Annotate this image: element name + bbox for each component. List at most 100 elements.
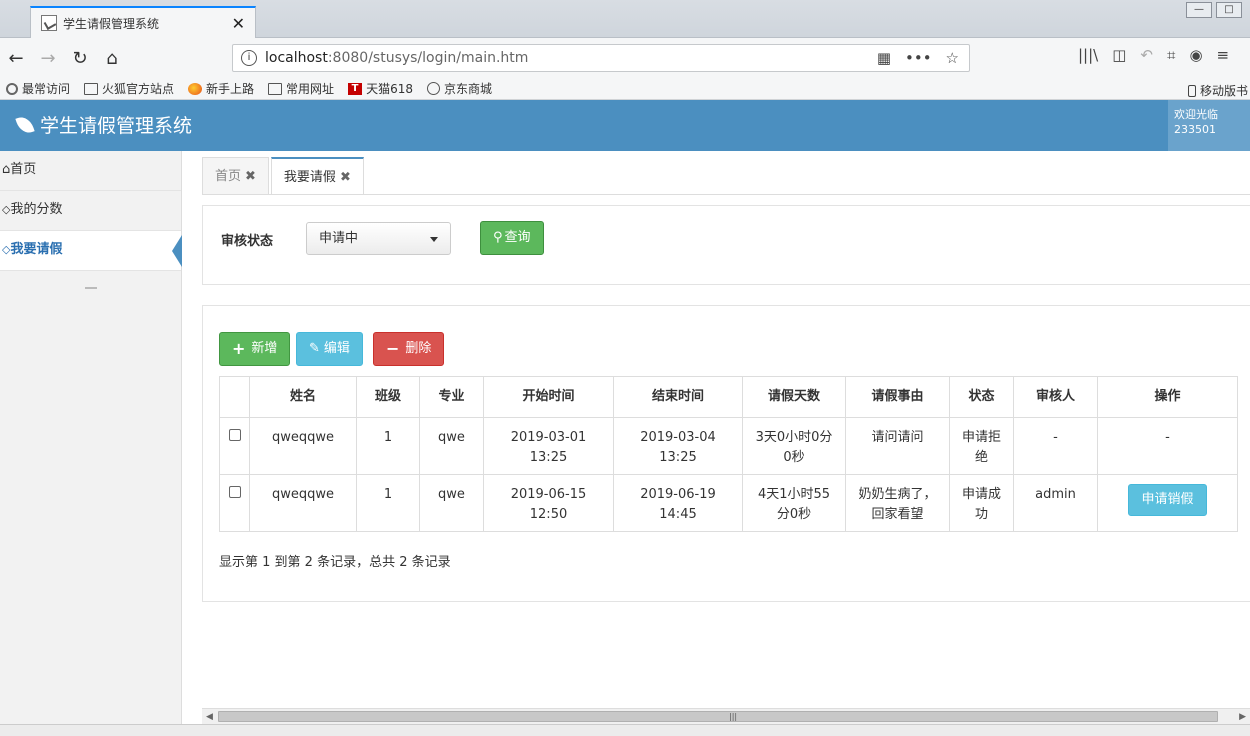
class-cell: 1 [356,474,420,532]
bookmark-item[interactable]: 最常访问 [6,80,70,97]
window-bottom-edge [0,724,1250,736]
row-checkbox[interactable] [228,429,241,441]
minimize-icon[interactable]: — [1186,2,1212,18]
horizontal-scrollbar[interactable]: ◀ ||| ▶ [202,708,1250,724]
url-text: localhost:8080/stusys/login/main.htm [265,50,529,66]
more-actions-icon[interactable]: ••• [905,49,932,67]
menu-icon[interactable]: ≡ [1217,46,1230,64]
column-header[interactable]: 请假天数 [742,376,846,418]
bookmark-star-icon[interactable]: ☆ [946,49,959,67]
gear-icon [6,82,18,95]
sidebar-item-scores[interactable]: ◇我的分数 [0,191,181,231]
browser-nav-bar: ← → ↻ ⌂ i localhost:8080/stusys/login/ma… [0,38,1250,78]
account-icon[interactable]: ◉ [1189,46,1202,64]
maximize-icon[interactable]: □ [1216,2,1242,18]
mobile-bookmarks[interactable]: 移动版书 [1187,82,1248,99]
library-icon[interactable]: |||\ [1078,46,1098,64]
row-select-cell[interactable] [219,474,250,532]
end-time-cell: 2019-06-19 14:45 [613,474,743,532]
column-header[interactable]: 姓名 [249,376,357,418]
welcome-text: 欢迎光临 [1174,108,1218,121]
page-tabs: 首页 ✖ 我要请假 ✖ [202,157,366,195]
start-time-cell: 2019-06-15 12:50 [483,474,614,532]
delete-button[interactable]: − 删除 [373,332,445,366]
scroll-left-icon[interactable]: ◀ [206,712,213,722]
row-checkbox[interactable] [228,486,241,498]
start-time-cell: 2019-03-01 13:25 [483,417,614,475]
name-cell: qweqqwe [249,474,357,532]
globe-icon [426,82,440,95]
column-header[interactable]: 审核人 [1013,376,1098,418]
column-header: 操作 [1097,376,1238,418]
table-header-row: 姓名 班级 专业 开始时间 结束时间 请假天数 请假事由 状态 审核人 操作 [219,376,1238,418]
table-row[interactable]: qweqqwe 1 qwe 2019-06-15 12:50 2019-06-19… [219,474,1238,532]
firefox-icon [188,82,203,95]
undo-icon[interactable]: ↶ [1140,46,1153,64]
sidebar-collapse-handle[interactable] [84,287,97,289]
class-cell: 1 [356,417,420,475]
edit-icon: ✎ [309,341,320,356]
address-bar[interactable]: i localhost:8080/stusys/login/main.htm ▦… [232,44,970,72]
cancel-leave-button[interactable]: 申请销假 [1128,484,1207,516]
column-header[interactable]: 开始时间 [483,376,614,418]
status-filter-label: 审核状态 [221,234,274,249]
sidebar-item-leave[interactable]: ◇我要请假 [0,231,182,271]
table-row[interactable]: qweqqwe 1 qwe 2019-03-01 13:25 2019-03-04… [219,417,1238,475]
browser-tab[interactable]: 学生请假管理系统 ✕ [30,6,256,38]
close-icon[interactable]: ✖ [340,170,351,185]
column-header[interactable]: 班级 [356,376,420,418]
chevron-down-icon [430,237,438,242]
add-button[interactable]: + 新增 [219,332,291,366]
site-info-icon[interactable]: i [241,50,257,66]
bookmark-item[interactable]: 京东商城 [426,80,492,97]
major-cell: qwe [419,474,484,532]
search-panel: 审核状态 申请中 ⚲ 查询 [202,205,1250,285]
tab-leave[interactable]: 我要请假 ✖ [270,157,364,195]
tmall-icon: T [348,82,363,95]
folder-icon [268,82,283,95]
scroll-right-icon[interactable]: ▶ [1239,712,1246,722]
action-cell: 申请销假 [1097,474,1238,532]
sidebar-toggle-icon[interactable]: ◫ [1112,46,1126,64]
crop-icon[interactable]: ⌗ [1167,46,1175,64]
reason-cell: 请问请问 [845,417,950,475]
close-tab-icon[interactable]: ✕ [232,14,245,33]
edit-button[interactable]: ✎ 编辑 [296,332,363,366]
tab-home[interactable]: 首页 ✖ [202,157,269,195]
bookmark-item[interactable]: 火狐官方站点 [84,80,174,97]
major-cell: qwe [419,417,484,475]
reviewer-cell: admin [1013,474,1098,532]
home-icon[interactable]: ⌂ [96,48,128,69]
plus-icon: + [232,339,246,358]
select-column-header [219,376,250,418]
page-favicon-icon [41,15,57,31]
qr-code-icon[interactable]: ▦ [877,49,891,67]
bookmark-item[interactable]: T 天猫618 [348,80,413,97]
reload-icon[interactable]: ↻ [64,48,96,69]
app-logo: 学生请假管理系统 [15,111,192,138]
name-cell: qweqqwe [249,417,357,475]
browser-tab-bar: 学生请假管理系统 ✕ — □ [0,0,1250,38]
end-time-cell: 2019-03-04 13:25 [613,417,743,475]
bookmark-item[interactable]: 新手上路 [188,80,254,97]
status-cell: 申请成功 [949,474,1014,532]
days-cell: 4天1小时55 分0秒 [742,474,846,532]
back-icon[interactable]: ← [0,48,32,69]
column-header[interactable]: 结束时间 [613,376,743,418]
forward-icon[interactable]: → [32,48,64,69]
status-select[interactable]: 申请中 [306,222,451,255]
close-icon[interactable]: ✖ [245,169,256,184]
list-panel: + 新增 ✎ 编辑 − 删除 姓名 班级 专业 开始时间 结束时间 请假天数 请假事由… [202,305,1250,602]
column-header[interactable]: 专业 [419,376,484,418]
sidebar-item-home[interactable]: ⌂首页 [0,151,181,191]
column-header[interactable]: 状态 [949,376,1014,418]
row-select-cell[interactable] [219,417,250,475]
search-icon: ⚲ [493,230,503,245]
leaf-icon [15,113,35,136]
search-button[interactable]: ⚲ 查询 [480,221,544,255]
scrollbar-thumb[interactable]: ||| [218,711,1218,722]
column-header[interactable]: 请假事由 [845,376,950,418]
bookmark-item[interactable]: 常用网址 [268,80,334,97]
browser-tab-title: 学生请假管理系统 [63,16,160,31]
window-controls: — □ [1186,2,1242,18]
